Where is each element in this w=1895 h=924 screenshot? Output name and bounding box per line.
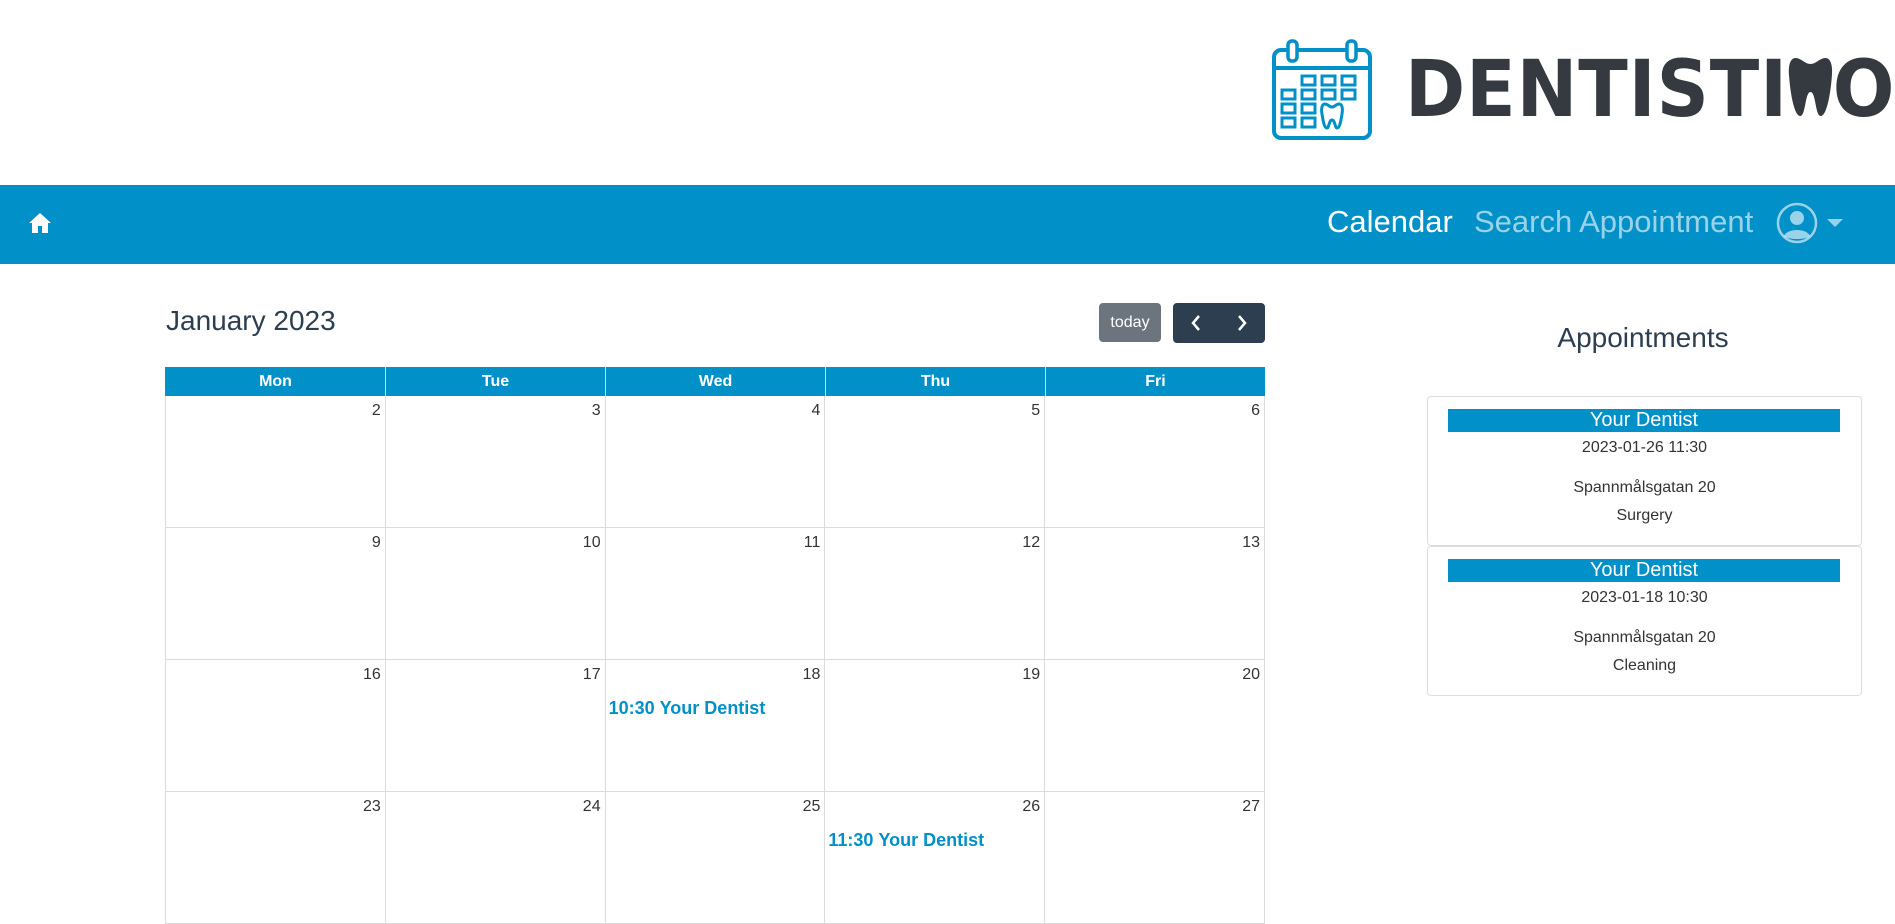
appointment-address: Spannmålsgatan 20 [1573,479,1716,496]
chevron-right-icon [1238,315,1247,331]
day-header: Thu [825,367,1045,396]
appointments-heading: Appointments [1557,322,1729,353]
event-title: Your Dentist [659,698,766,718]
calendar-day-cell[interactable]: 19 [824,660,1044,791]
calendar-day-cell[interactable]: 27 [1044,792,1265,923]
calendar-day-cell[interactable]: 6 [1044,396,1265,527]
calendar-month-title: January 2023 [166,305,336,336]
event-time: 10:30 [608,698,655,718]
month-navigation [1173,303,1265,343]
day-number[interactable]: 17 [583,666,601,684]
today-button[interactable]: today [1099,303,1161,342]
calendar-week-row: 23 24 25 26 11:30 Your Dentist 27 [165,792,1265,924]
day-number[interactable]: 13 [1242,534,1260,552]
appointment-card[interactable]: Your Dentist 2023-01-18 10:30 Spannmålsgat… [1427,546,1862,696]
day-number[interactable]: 19 [1022,666,1040,684]
user-avatar-icon [1776,202,1818,244]
calendar-event[interactable]: 11:30 Your Dentist [828,830,984,851]
day-number[interactable]: 6 [1251,402,1260,420]
calendar-day-cell[interactable]: 18 10:30 Your Dentist [604,660,825,791]
appointment-dentist: Your Dentist [1448,409,1840,432]
calendar-day-cell[interactable]: 4 [604,396,825,527]
appointment-type: Surgery [1616,507,1673,524]
calendar-day-headers: Mon Tue Wed Thu Fri [165,367,1265,396]
calendar-day-cell[interactable]: 13 [1044,528,1265,659]
home-icon[interactable] [28,211,52,235]
day-header: Wed [605,367,825,396]
nav-search-appointment-link[interactable]: Search Appointment [1474,204,1753,240]
appointment-card[interactable]: Your Dentist 2023-01-26 11:30 Spannmålsgat… [1427,396,1862,546]
day-number[interactable]: 25 [803,798,821,816]
calendar-day-cell[interactable]: 25 [604,792,825,923]
calendar-tooth-logo-icon [1272,39,1372,140]
brand-logo-text: DENTISTI O [1405,45,1895,135]
day-number[interactable]: 26 [1022,798,1040,816]
calendar-day-cell[interactable]: 9 [165,528,385,659]
calendar-day-cell[interactable]: 24 [384,792,605,923]
day-number[interactable]: 12 [1022,534,1040,552]
calendar-grid: Mon Tue Wed Thu Fri 2 3 4 5 6 9 10 11 12 13 16 17 18… [165,367,1265,924]
calendar-day-cell[interactable]: 23 [165,792,385,923]
chevron-down-icon [1827,219,1844,227]
calendar-day-cell[interactable]: 3 [384,396,605,527]
calendar-day-cell[interactable]: 12 [824,528,1044,659]
calendar-weeks: 2 3 4 5 6 9 10 11 12 13 16 17 18 10:30 Your Dentist 19 2… [165,396,1265,924]
day-header: Tue [385,367,605,396]
day-header: Fri [1045,367,1265,396]
calendar-day-cell[interactable]: 26 11:30 Your Dentist [824,792,1044,923]
appointment-address: Spannmålsgatan 20 [1573,629,1716,646]
day-number[interactable]: 18 [803,666,821,684]
day-number[interactable]: 3 [592,402,601,420]
appointment-datetime: 2023-01-26 11:30 [1581,439,1708,456]
appointment-datetime: 2023-01-18 10:30 [1581,589,1708,606]
calendar-day-cell[interactable]: 2 [165,396,385,527]
calendar-week-row: 16 17 18 10:30 Your Dentist 19 20 [165,660,1265,792]
chevron-left-icon [1191,315,1200,331]
calendar-day-cell[interactable]: 10 [384,528,605,659]
nav-calendar-link[interactable]: Calendar [1327,204,1453,240]
day-number[interactable]: 9 [372,534,381,552]
user-menu-dropdown[interactable] [1776,202,1844,244]
calendar-day-cell[interactable]: 20 [1044,660,1265,791]
day-number[interactable]: 10 [583,534,601,552]
day-number[interactable]: 20 [1242,666,1260,684]
calendar-day-cell[interactable]: 11 [604,528,825,659]
calendar-day-cell[interactable]: 16 [165,660,385,791]
day-number[interactable]: 16 [363,666,381,684]
calendar-day-cell[interactable]: 17 [384,660,605,791]
appointment-type: Cleaning [1612,657,1677,674]
day-number[interactable]: 24 [583,798,601,816]
previous-month-button[interactable] [1173,303,1219,343]
day-number[interactable]: 27 [1242,798,1260,816]
tooth-logo-icon [1788,58,1833,116]
calendar-week-row: 2 3 4 5 6 [165,396,1265,528]
calendar-day-cell[interactable]: 5 [824,396,1044,527]
day-number[interactable]: 23 [363,798,381,816]
day-header: Mon [165,367,385,396]
day-number[interactable]: 5 [1031,402,1040,420]
event-title: Your Dentist [878,830,985,850]
day-number[interactable]: 2 [372,402,381,420]
appointment-dentist: Your Dentist [1448,559,1840,582]
next-month-button[interactable] [1219,303,1265,343]
day-number[interactable]: 11 [804,534,821,552]
calendar-week-row: 9 10 11 12 13 [165,528,1265,660]
day-number[interactable]: 4 [811,402,820,420]
calendar-event[interactable]: 10:30 Your Dentist [609,698,766,719]
event-time: 11:30 [828,830,874,850]
